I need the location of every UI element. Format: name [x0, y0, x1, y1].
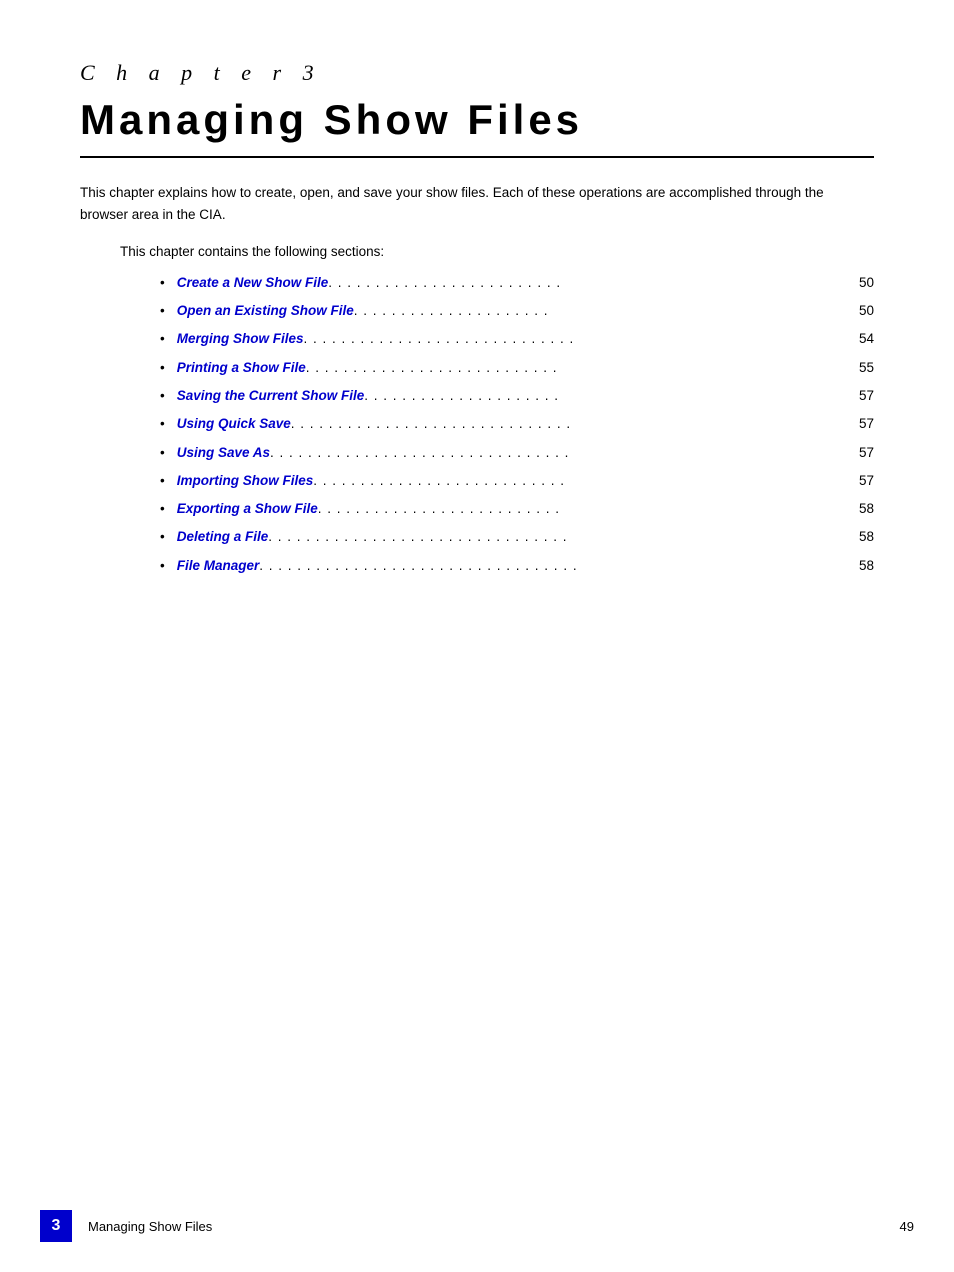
toc-dots: . . . . . . . . . . . . . . . . . . . . …	[318, 497, 857, 521]
toc-page: 50	[859, 299, 874, 323]
toc-item: Importing Show Files. . . . . . . . . . …	[160, 469, 874, 493]
toc-page: 57	[859, 412, 874, 436]
toc-dots: . . . . . . . . . . . . . . . . . . . . …	[304, 327, 857, 351]
toc-link[interactable]: Using Save As	[177, 441, 270, 465]
intro-paragraph: This chapter explains how to create, ope…	[80, 182, 840, 225]
toc-dots: . . . . . . . . . . . . . . . . . . . . …	[313, 469, 857, 493]
toc-page: 57	[859, 384, 874, 408]
toc-dots: . . . . . . . . . . . . . . . . . . . . …	[291, 412, 857, 436]
toc-item: Printing a Show File. . . . . . . . . . …	[160, 356, 874, 380]
toc-item: Saving the Current Show File. . . . . . …	[160, 384, 874, 408]
toc-link[interactable]: Create a New Show File	[177, 271, 329, 295]
toc-list: Create a New Show File. . . . . . . . . …	[160, 271, 874, 578]
toc-dots: . . . . . . . . . . . . . . . . . . . . …	[268, 525, 857, 549]
toc-item: Exporting a Show File. . . . . . . . . .…	[160, 497, 874, 521]
toc-page: 55	[859, 356, 874, 380]
toc-dots: . . . . . . . . . . . . . . . . . . . . …	[259, 554, 857, 578]
toc-page: 54	[859, 327, 874, 351]
toc-dots: . . . . . . . . . . . . . . . . . . . . …	[354, 299, 857, 323]
toc-link[interactable]: Open an Existing Show File	[177, 299, 354, 323]
title-divider	[80, 156, 874, 158]
toc-page: 58	[859, 497, 874, 521]
toc-page: 58	[859, 525, 874, 549]
toc-item: File Manager. . . . . . . . . . . . . . …	[160, 554, 874, 578]
toc-item: Using Save As. . . . . . . . . . . . . .…	[160, 441, 874, 465]
toc-link[interactable]: Saving the Current Show File	[177, 384, 365, 408]
toc-item: Merging Show Files. . . . . . . . . . . …	[160, 327, 874, 351]
toc-link[interactable]: Exporting a Show File	[177, 497, 318, 521]
toc-dots: . . . . . . . . . . . . . . . . . . . . …	[270, 441, 857, 465]
footer-chapter-number: 3	[40, 1210, 72, 1242]
toc-link[interactable]: Merging Show Files	[177, 327, 304, 351]
toc-page: 57	[859, 441, 874, 465]
footer: 3 Managing Show Files 49	[0, 1210, 954, 1242]
toc-item: Open an Existing Show File. . . . . . . …	[160, 299, 874, 323]
chapter-title: Managing Show Files	[80, 96, 874, 144]
toc-dots: . . . . . . . . . . . . . . . . . . . . …	[306, 356, 857, 380]
toc-link[interactable]: Using Quick Save	[177, 412, 291, 436]
toc-item: Deleting a File. . . . . . . . . . . . .…	[160, 525, 874, 549]
toc-dots: . . . . . . . . . . . . . . . . . . . . …	[364, 384, 857, 408]
toc-link[interactable]: File Manager	[177, 554, 260, 578]
contains-text: This chapter contains the following sect…	[120, 241, 874, 263]
footer-chapter-name: Managing Show Files	[88, 1219, 212, 1234]
toc-dots: . . . . . . . . . . . . . . . . . . . . …	[328, 271, 857, 295]
toc-item: Using Quick Save. . . . . . . . . . . . …	[160, 412, 874, 436]
toc-page: 50	[859, 271, 874, 295]
toc-link[interactable]: Printing a Show File	[177, 356, 306, 380]
toc-link[interactable]: Deleting a File	[177, 525, 269, 549]
chapter-label: C h a p t e r 3	[80, 60, 874, 86]
toc-item: Create a New Show File. . . . . . . . . …	[160, 271, 874, 295]
toc-page: 57	[859, 469, 874, 493]
footer-page-number: 49	[900, 1219, 914, 1234]
toc-page: 58	[859, 554, 874, 578]
toc-link[interactable]: Importing Show Files	[177, 469, 314, 493]
page: C h a p t e r 3 Managing Show Files This…	[0, 0, 954, 1272]
